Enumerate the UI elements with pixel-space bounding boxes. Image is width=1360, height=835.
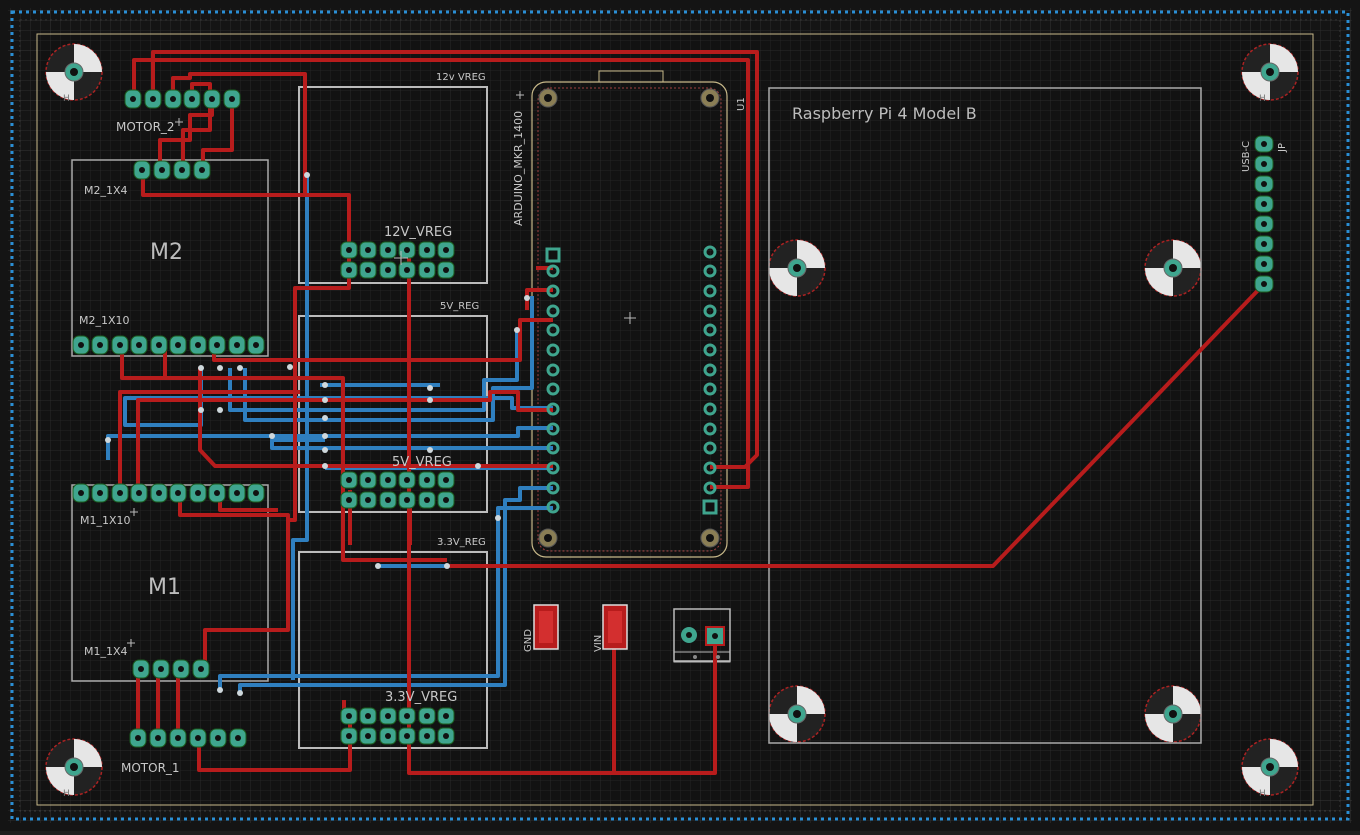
pcb-board-view[interactable]: H H H H 12v VREG 12V_VREG 5V_REG 5V_VREG… <box>0 0 1360 831</box>
usb-c-label: USB-C <box>1241 141 1252 172</box>
mounting-hole-icon[interactable] <box>768 685 826 743</box>
mounting-hole-icon[interactable] <box>45 738 103 796</box>
mounting-hole-icon[interactable] <box>1144 239 1202 297</box>
mounting-hole-icon[interactable] <box>45 43 103 101</box>
reg5-header-label: 5V_VREG <box>392 455 452 470</box>
jp-label: JP <box>1277 143 1288 153</box>
reg5-title: 5V_REG <box>440 301 479 312</box>
rpi-label: Raspberry Pi 4 Model B <box>792 104 977 123</box>
reg12-title: 12v VREG <box>436 72 486 83</box>
m2-1x10-label: M2_1X10 <box>79 314 130 327</box>
hole-label: H <box>63 94 70 104</box>
m2-title: M2 <box>150 240 183 265</box>
m1-title: M1 <box>148 575 181 600</box>
gnd-label: GND <box>523 629 534 652</box>
vin-pad[interactable] <box>602 604 628 650</box>
hole-label: H <box>1259 789 1266 799</box>
motor2-label: MOTOR_2 <box>116 120 175 134</box>
gnd-pad[interactable] <box>533 604 559 650</box>
mounting-hole-icon[interactable] <box>1144 685 1202 743</box>
reg12-header-label: 12V_VREG <box>384 225 452 240</box>
m1-1x4-label: M1_1X4 <box>84 645 128 658</box>
pcb-canvas[interactable]: H H H H 12v VREG 12V_VREG 5V_REG 5V_VREG… <box>0 0 1360 831</box>
hole-label: H <box>1259 94 1266 104</box>
arduino-ref-label: U1 <box>736 97 747 111</box>
arduino-label: ARDUINO_MKR_1400 <box>512 111 525 226</box>
mounting-hole-icon[interactable] <box>1241 43 1299 101</box>
hole-label: H <box>63 789 70 799</box>
mounting-hole-icon[interactable] <box>768 239 826 297</box>
mounting-hole-icon[interactable] <box>1241 738 1299 796</box>
m2-1x4-label: M2_1X4 <box>84 184 128 197</box>
reg33-title: 3.3V_REG <box>437 537 486 548</box>
reg33-header-label: 3.3V_VREG <box>385 690 457 705</box>
m1-1x10-label: M1_1X10 <box>80 514 131 527</box>
vin-label: VIN <box>593 635 604 652</box>
motor1-label: MOTOR_1 <box>121 761 180 775</box>
